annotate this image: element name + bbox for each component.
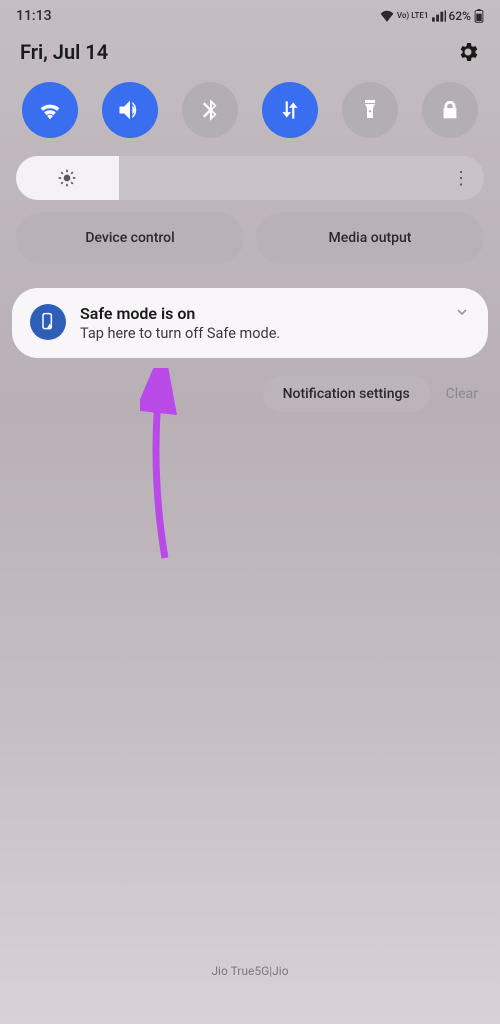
notification-subtitle: Tap here to turn off Safe mode.	[80, 325, 440, 342]
sound-icon	[116, 96, 144, 124]
notification-settings-button[interactable]: Notification settings	[263, 376, 430, 412]
flashlight-toggle[interactable]	[342, 82, 398, 138]
date-text: Fri, Jul 14	[20, 40, 108, 64]
battery-icon	[474, 9, 484, 23]
notification-actions: Notification settings Clear	[0, 366, 500, 422]
brightness-fill	[16, 156, 119, 200]
carrier-text: Jio True5G|Jio	[211, 964, 288, 978]
notification-title: Safe mode is on	[80, 304, 440, 323]
sound-toggle[interactable]	[102, 82, 158, 138]
data-arrows-icon	[277, 97, 303, 123]
device-control-label: Device control	[85, 230, 174, 246]
notification-body: Safe mode is on Tap here to turn off Saf…	[80, 304, 440, 342]
gear-icon	[456, 40, 480, 64]
bluetooth-toggle[interactable]	[182, 82, 238, 138]
notification-settings-label: Notification settings	[283, 386, 410, 402]
clear-button[interactable]: Clear	[440, 376, 484, 412]
brightness-icon	[57, 168, 77, 188]
media-output-button[interactable]: Media output	[256, 212, 484, 264]
carrier-footer: Jio True5G|Jio	[0, 964, 500, 978]
status-time: 11:13	[16, 8, 52, 24]
brightness-slider[interactable]: ⋮	[16, 156, 484, 200]
lock-icon	[439, 99, 461, 121]
status-icons-right: Vo) LTE1 62%	[380, 9, 484, 23]
wifi-icon	[36, 96, 64, 124]
wifi-status-icon	[380, 10, 394, 22]
clear-label: Clear	[446, 386, 478, 402]
settings-button[interactable]	[456, 40, 480, 64]
bluetooth-icon	[197, 97, 223, 123]
quick-toggles	[0, 78, 500, 152]
rotation-lock-toggle[interactable]	[422, 82, 478, 138]
brightness-more-icon[interactable]: ⋮	[452, 168, 468, 189]
date-row: Fri, Jul 14	[0, 28, 500, 78]
device-chips: Device control Media output	[0, 212, 500, 280]
battery-pct: 62%	[449, 9, 471, 23]
chevron-down-icon[interactable]	[454, 304, 470, 320]
media-output-label: Media output	[329, 230, 412, 246]
wifi-toggle[interactable]	[22, 82, 78, 138]
safe-mode-notification[interactable]: Safe mode is on Tap here to turn off Saf…	[12, 288, 488, 358]
notification-app-icon	[30, 304, 66, 340]
status-bar: 11:13 Vo) LTE1 62%	[0, 0, 500, 28]
phone-alert-icon	[38, 312, 58, 332]
signal-icon	[432, 10, 446, 22]
network-indicator: Vo) LTE1	[397, 12, 429, 20]
flashlight-icon	[358, 98, 382, 122]
data-sync-toggle[interactable]	[262, 82, 318, 138]
device-control-button[interactable]: Device control	[16, 212, 244, 264]
